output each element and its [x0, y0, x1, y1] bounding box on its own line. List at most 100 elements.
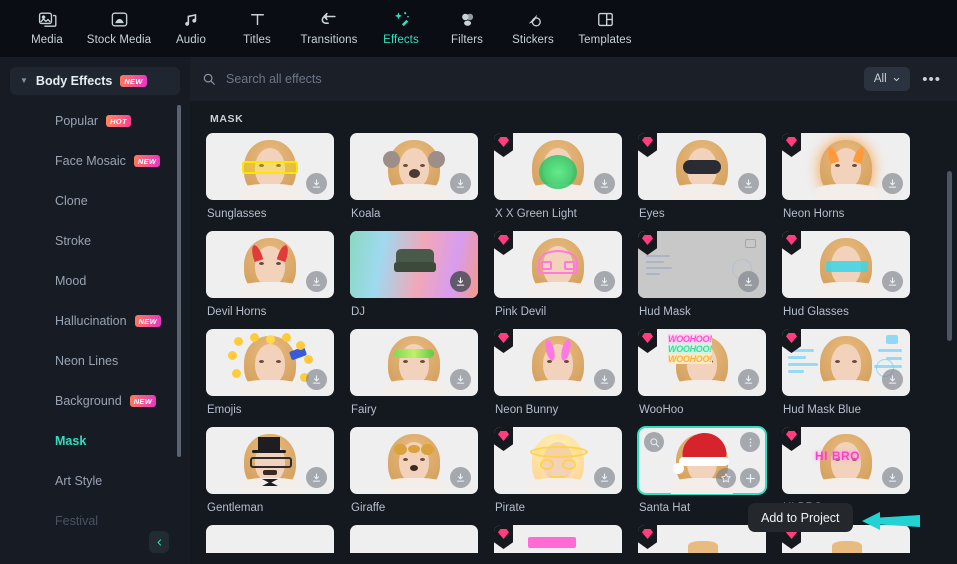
effect-thumbnail[interactable]	[350, 525, 478, 553]
download-icon[interactable]	[594, 271, 615, 292]
sidebar-item-stroke[interactable]: Stroke	[0, 221, 190, 261]
sidebar-collapse-button[interactable]	[149, 531, 169, 553]
effect-card-emojis[interactable]: Emojis	[206, 329, 334, 427]
nav-item-titles[interactable]: Titles	[224, 0, 290, 46]
effect-thumbnail[interactable]	[206, 427, 334, 494]
download-icon[interactable]	[738, 369, 759, 390]
effect-thumbnail[interactable]	[638, 133, 766, 200]
search-input[interactable]	[226, 72, 855, 86]
effect-thumbnail[interactable]	[350, 231, 478, 298]
effect-card-partial[interactable]	[350, 525, 478, 553]
effect-card-partial[interactable]	[494, 525, 622, 553]
download-icon[interactable]	[882, 173, 903, 194]
card-more-vertical-icon[interactable]	[740, 432, 760, 452]
effect-thumbnail[interactable]	[350, 329, 478, 396]
download-icon[interactable]	[594, 369, 615, 390]
nav-item-media[interactable]: Media	[14, 0, 80, 46]
favorite-star-icon[interactable]	[716, 468, 736, 488]
download-icon[interactable]	[594, 173, 615, 194]
nav-item-stickers[interactable]: Stickers	[500, 0, 566, 46]
effect-thumbnail[interactable]	[206, 133, 334, 200]
pirate-hat-overlay	[530, 446, 588, 458]
effect-thumbnail[interactable]: WOOHOO! WOOHOO! WOOHOO!	[638, 329, 766, 396]
effect-card-eyes[interactable]: Eyes	[638, 133, 766, 231]
download-icon[interactable]	[882, 467, 903, 488]
effect-thumbnail[interactable]	[494, 329, 622, 396]
effect-card-hud-mask[interactable]: Hud Mask	[638, 231, 766, 329]
nav-item-effects[interactable]: Effects	[368, 0, 434, 46]
effect-card-dj[interactable]: DJ	[350, 231, 478, 329]
effect-card-koala[interactable]: Koala	[350, 133, 478, 231]
nav-item-stock-media[interactable]: Stock Media	[80, 0, 158, 46]
effect-card-fairy[interactable]: Fairy	[350, 329, 478, 427]
sidebar-item-face-mosaic[interactable]: Face Mosaic NEW	[0, 141, 190, 181]
nav-item-transitions[interactable]: Transitions	[290, 0, 368, 46]
effect-thumbnail[interactable]	[206, 231, 334, 298]
effect-card-partial[interactable]	[206, 525, 334, 553]
effect-thumbnail[interactable]: HI BRO	[782, 427, 910, 494]
effect-card-hud-glasses[interactable]: Hud Glasses	[782, 231, 910, 329]
sidebar-item-clone[interactable]: Clone	[0, 181, 190, 221]
download-icon[interactable]	[306, 369, 327, 390]
effect-thumbnail[interactable]	[638, 525, 766, 553]
effect-card-pink-devil[interactable]: Pink Devil	[494, 231, 622, 329]
effect-thumbnail[interactable]	[494, 231, 622, 298]
sidebar-item-mask[interactable]: Mask	[0, 421, 190, 461]
effect-card-giraffe[interactable]: Giraffe	[350, 427, 478, 525]
effect-thumbnail[interactable]	[782, 133, 910, 200]
effect-card-x-x-green-light[interactable]: X X Green Light	[494, 133, 622, 231]
preview-magnifier-icon[interactable]	[644, 432, 664, 452]
add-to-project-plus-icon[interactable]	[740, 468, 760, 488]
sidebar-item-art-style[interactable]: Art Style	[0, 461, 190, 501]
sidebar-item-popular[interactable]: Popular HOT	[0, 101, 190, 141]
effect-card-sunglasses[interactable]: Sunglasses	[206, 133, 334, 231]
sidebar-scrollbar[interactable]	[177, 105, 181, 457]
sidebar-item-mood[interactable]: Mood	[0, 261, 190, 301]
effect-thumbnail[interactable]	[494, 133, 622, 200]
effect-card-santa-hat[interactable]: Santa Hat	[637, 426, 767, 525]
effect-thumbnail[interactable]	[206, 329, 334, 396]
effect-thumbnail[interactable]	[782, 329, 910, 396]
nav-item-filters[interactable]: Filters	[434, 0, 500, 46]
effect-thumbnail[interactable]	[782, 231, 910, 298]
effect-thumbnail[interactable]	[638, 231, 766, 298]
download-icon[interactable]	[450, 271, 471, 292]
effect-card-pirate[interactable]: Pirate	[494, 427, 622, 525]
download-icon[interactable]	[306, 173, 327, 194]
download-icon[interactable]	[738, 173, 759, 194]
effect-card-neon-bunny[interactable]: Neon Bunny	[494, 329, 622, 427]
download-icon[interactable]	[450, 467, 471, 488]
download-icon[interactable]	[882, 271, 903, 292]
effect-card-neon-horns[interactable]: Neon Horns	[782, 133, 910, 231]
effect-thumbnail[interactable]	[637, 426, 767, 495]
sidebar-item-background[interactable]: Background NEW	[0, 381, 190, 421]
nav-label: Filters	[450, 34, 483, 46]
download-icon[interactable]	[306, 271, 327, 292]
emoji-overlay	[234, 337, 243, 346]
download-icon[interactable]	[882, 369, 903, 390]
nav-label: Transitions	[300, 34, 358, 46]
download-icon[interactable]	[450, 173, 471, 194]
download-icon[interactable]	[738, 271, 759, 292]
effect-card-partial[interactable]	[638, 525, 766, 553]
download-icon[interactable]	[450, 369, 471, 390]
effect-card-gentleman[interactable]: Gentleman	[206, 427, 334, 525]
effect-card-woohoo[interactable]: WOOHOO! WOOHOO! WOOHOO! WooHoo	[638, 329, 766, 427]
effect-card-devil-horns[interactable]: Devil Horns	[206, 231, 334, 329]
sidebar-item-neon-lines[interactable]: Neon Lines	[0, 341, 190, 381]
effects-grid-scrollbar[interactable]	[947, 171, 952, 341]
effect-thumbnail[interactable]	[350, 133, 478, 200]
sidebar-item-hallucination[interactable]: Hallucination NEW	[0, 301, 190, 341]
effect-thumbnail[interactable]	[206, 525, 334, 553]
nav-item-audio[interactable]: Audio	[158, 0, 224, 46]
more-options-button[interactable]: •••	[920, 72, 943, 87]
effect-thumbnail[interactable]	[350, 427, 478, 494]
download-icon[interactable]	[306, 467, 327, 488]
filter-dropdown[interactable]: All	[864, 67, 911, 91]
download-icon[interactable]	[594, 467, 615, 488]
nav-item-templates[interactable]: Templates	[566, 0, 644, 46]
sidebar-category-body-effects[interactable]: ▼ Body Effects NEW	[10, 67, 180, 95]
effect-thumbnail[interactable]	[494, 427, 622, 494]
effect-card-hud-mask-blue[interactable]: Hud Mask Blue	[782, 329, 910, 427]
effect-thumbnail[interactable]	[494, 525, 622, 553]
